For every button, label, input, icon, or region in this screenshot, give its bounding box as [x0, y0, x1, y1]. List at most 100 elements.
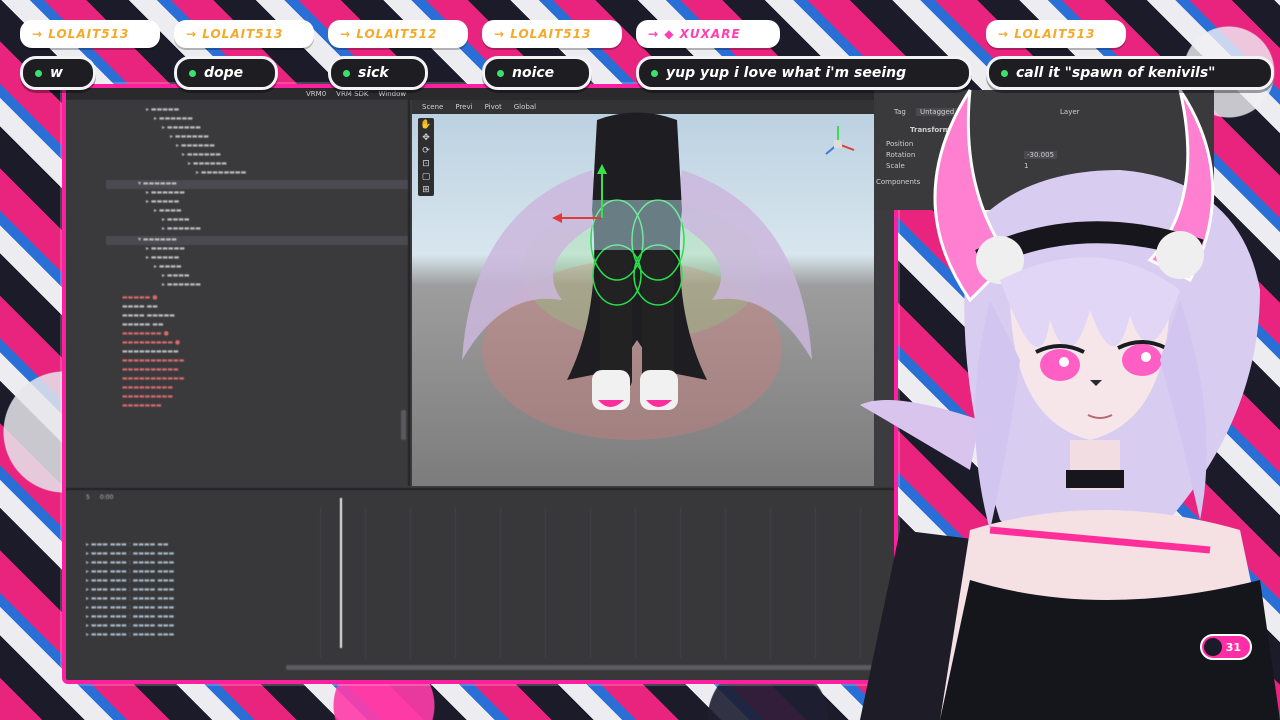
hierarchy-row[interactable]: ▾ ▬▬▬▬▬▬: [106, 236, 408, 245]
playhead[interactable]: [340, 498, 342, 648]
menu-item-window[interactable]: Window: [379, 90, 407, 98]
vtuber-avatar: [860, 89, 1280, 720]
arrow-icon: →: [648, 27, 660, 41]
online-dot-icon: [189, 69, 196, 77]
hierarchy-row[interactable]: ▬▬▬▬ ▬▬▬▬▬: [106, 312, 408, 321]
chat-message-text: w: [50, 65, 63, 81]
chat-message-text: call it "spawn of kenivils": [1016, 65, 1216, 81]
animation-timeline[interactable]: 5 0:00 ▸ ▬▬▬ ▬▬▬ : ▬▬▬▬ ▬▬ ▸ ▬▬▬ ▬▬▬ : ▬…: [66, 488, 894, 680]
chat-message-text: dope: [204, 65, 244, 81]
hierarchy-row[interactable]: ▬▬▬▬▬▬▬: [106, 402, 408, 411]
chat-message: yup yup i love what i'm seeing: [636, 56, 972, 90]
emote-icon: ◆: [664, 27, 675, 41]
hierarchy-row[interactable]: ▾ ▬▬▬▬▬▬: [106, 180, 408, 189]
list-item[interactable]: ▸ ▬▬▬ ▬▬▬ : ▬▬▬▬ ▬▬: [86, 540, 266, 549]
chat-message-text: noice: [512, 65, 555, 81]
chat-message: w: [20, 56, 96, 90]
timeline-scrollbar[interactable]: [286, 665, 874, 670]
dopesheet-track[interactable]: [276, 508, 884, 658]
arrow-icon: →: [32, 27, 44, 41]
online-dot-icon: [1001, 69, 1008, 77]
list-item[interactable]: ▸ ▬▬▬ ▬▬▬ : ▬▬▬▬ ▬▬▬: [86, 621, 266, 630]
hierarchy-row[interactable]: ▸ ▬▬▬▬▬▬: [106, 189, 408, 198]
hierarchy-row[interactable]: ▸ ▬▬▬▬: [106, 216, 408, 225]
online-dot-icon: [343, 69, 350, 77]
timeline-header: 5 0:00: [86, 494, 113, 501]
hierarchy-row[interactable]: ▬▬▬▬▬▬▬▬▬▬: [106, 348, 408, 357]
chat-username: → ◆ XUXARE: [636, 20, 780, 48]
list-item[interactable]: ▸ ▬▬▬ ▬▬▬ : ▬▬▬▬ ▬▬▬: [86, 567, 266, 576]
hierarchy-row[interactable]: ▸ ▬▬▬▬▬▬: [106, 133, 408, 142]
chat-message-text: yup yup i love what i'm seeing: [666, 65, 907, 81]
online-dot-icon: [35, 69, 42, 77]
list-item[interactable]: ▸ ▬▬▬ ▬▬▬ : ▬▬▬▬ ▬▬▬: [86, 594, 266, 603]
hierarchy-row[interactable]: ▬▬▬▬▬▬▬ ●: [106, 330, 408, 339]
online-dot-icon: [651, 69, 658, 77]
hierarchy-row[interactable]: ▸ ▬▬▬▬▬▬: [106, 160, 408, 169]
chat-username-text: LOLAIT512: [356, 27, 438, 41]
arrow-icon: →: [494, 27, 506, 41]
arrow-icon: →: [340, 27, 352, 41]
chat-username: → LOLAIT513: [20, 20, 160, 48]
online-dot-icon: [497, 69, 504, 77]
chat-username: → LOLAIT513: [986, 20, 1126, 48]
chat-message-text: sick: [358, 65, 389, 81]
property-list[interactable]: ▸ ▬▬▬ ▬▬▬ : ▬▬▬▬ ▬▬ ▸ ▬▬▬ ▬▬▬ : ▬▬▬▬ ▬▬▬…: [86, 540, 266, 639]
counter-toggle-icon: [1204, 638, 1222, 656]
hierarchy-row[interactable]: ▸ ▬▬▬▬▬: [106, 254, 408, 263]
list-item[interactable]: ▸ ▬▬▬ ▬▬▬ : ▬▬▬▬ ▬▬▬: [86, 558, 266, 567]
hierarchy-row[interactable]: ▸ ▬▬▬▬▬▬: [106, 142, 408, 151]
chat-username: → LOLAIT513: [482, 20, 622, 48]
chat-username: → LOLAIT512: [328, 20, 468, 48]
chat-username-text: LOLAIT513: [48, 27, 130, 41]
hierarchy-row[interactable]: ▸ ▬▬▬▬▬▬: [106, 245, 408, 254]
timeline-start-label: 0:00: [99, 494, 114, 501]
hierarchy-row[interactable]: ▸ ▬▬▬▬: [106, 272, 408, 281]
chat-message: dope: [174, 56, 278, 90]
chat-message: sick: [328, 56, 428, 90]
hierarchy-row[interactable]: ▬▬▬▬▬▬▬▬▬▬▬: [106, 375, 408, 384]
menu-item-vrm0[interactable]: VRM0: [306, 90, 326, 98]
hierarchy-panel[interactable]: ▸ ▬▬▬▬▬ ▸ ▬▬▬▬▬▬ ▸ ▬▬▬▬▬▬ ▸ ▬▬▬▬▬▬ ▸ ▬▬▬…: [66, 100, 410, 486]
chat-username-text: LOLAIT513: [1014, 27, 1096, 41]
orientation-gizmo-icon[interactable]: [818, 122, 858, 166]
hierarchy-row[interactable]: ▸ ▬▬▬▬▬▬: [106, 281, 408, 290]
hierarchy-row[interactable]: ▸ ▬▬▬▬▬▬: [106, 225, 408, 234]
hierarchy-row[interactable]: ▸ ▬▬▬▬: [106, 207, 408, 216]
timeline-frame-field[interactable]: 5: [86, 494, 90, 501]
hierarchy-row[interactable]: ▬▬▬▬▬▬▬▬▬: [106, 393, 408, 402]
hierarchy-row[interactable]: ▬▬▬▬▬▬▬▬▬: [106, 384, 408, 393]
list-item[interactable]: ▸ ▬▬▬ ▬▬▬ : ▬▬▬▬ ▬▬▬: [86, 585, 266, 594]
chat-username: → LOLAIT513: [174, 20, 314, 48]
hierarchy-row[interactable]: ▬▬▬▬▬▬▬▬▬▬: [106, 366, 408, 375]
chat-username-text: LOLAIT513: [510, 27, 592, 41]
hierarchy-row[interactable]: ▸ ▬▬▬▬▬: [106, 198, 408, 207]
character-model: [462, 112, 812, 440]
arrow-icon: →: [998, 27, 1010, 41]
hierarchy-row[interactable]: ▬▬▬▬ ▬▬: [106, 303, 408, 312]
hierarchy-row[interactable]: ▬▬▬▬▬▬▬▬▬ ●: [106, 339, 408, 348]
hierarchy-row[interactable]: ▬▬▬▬▬ ●: [106, 294, 408, 303]
hierarchy-row[interactable]: ▬▬▬▬▬ ▬▬: [106, 321, 408, 330]
menu-item-vrm-sdk[interactable]: VRM SDK: [336, 90, 368, 98]
hierarchy-row[interactable]: ▸ ▬▬▬▬▬▬: [106, 115, 408, 124]
list-item[interactable]: ▸ ▬▬▬ ▬▬▬ : ▬▬▬▬ ▬▬▬: [86, 576, 266, 585]
hierarchy-row[interactable]: ▸ ▬▬▬▬▬▬: [106, 151, 408, 160]
list-item[interactable]: ▸ ▬▬▬ ▬▬▬ : ▬▬▬▬ ▬▬▬: [86, 612, 266, 621]
chat-username-text: LOLAIT513: [202, 27, 284, 41]
hierarchy-row[interactable]: ▸ ▬▬▬▬▬▬: [106, 124, 408, 133]
unity-editor-window: VRM0 VRM SDK Window ▸ ▬▬▬▬▬ ▸ ▬▬▬▬▬▬ ▸ ▬…: [62, 84, 898, 684]
hierarchy-row[interactable]: ▸ ▬▬▬▬▬: [106, 106, 408, 115]
hierarchy-row[interactable]: ▬▬▬▬▬▬▬▬▬▬▬: [106, 357, 408, 366]
chat-message: noice: [482, 56, 592, 90]
hierarchy-scrollbar[interactable]: [401, 410, 406, 440]
list-item[interactable]: ▸ ▬▬▬ ▬▬▬ : ▬▬▬▬ ▬▬▬: [86, 603, 266, 612]
list-item[interactable]: ▸ ▬▬▬ ▬▬▬ : ▬▬▬▬ ▬▬▬: [86, 549, 266, 558]
arrow-icon: →: [186, 27, 198, 41]
scene-view[interactable]: Scene Previ Pivot Global ✋ ✥ ⟳ ⊡ ▢ ⊞: [412, 100, 874, 486]
hierarchy-row[interactable]: ▸ ▬▬▬▬▬▬▬▬: [106, 169, 408, 178]
list-item[interactable]: ▸ ▬▬▬ ▬▬▬ : ▬▬▬▬ ▬▬▬: [86, 630, 266, 639]
hierarchy-row[interactable]: ▸ ▬▬▬▬: [106, 263, 408, 272]
chat-message: call it "spawn of kenivils": [986, 56, 1274, 90]
counter-value: 31: [1225, 640, 1241, 654]
